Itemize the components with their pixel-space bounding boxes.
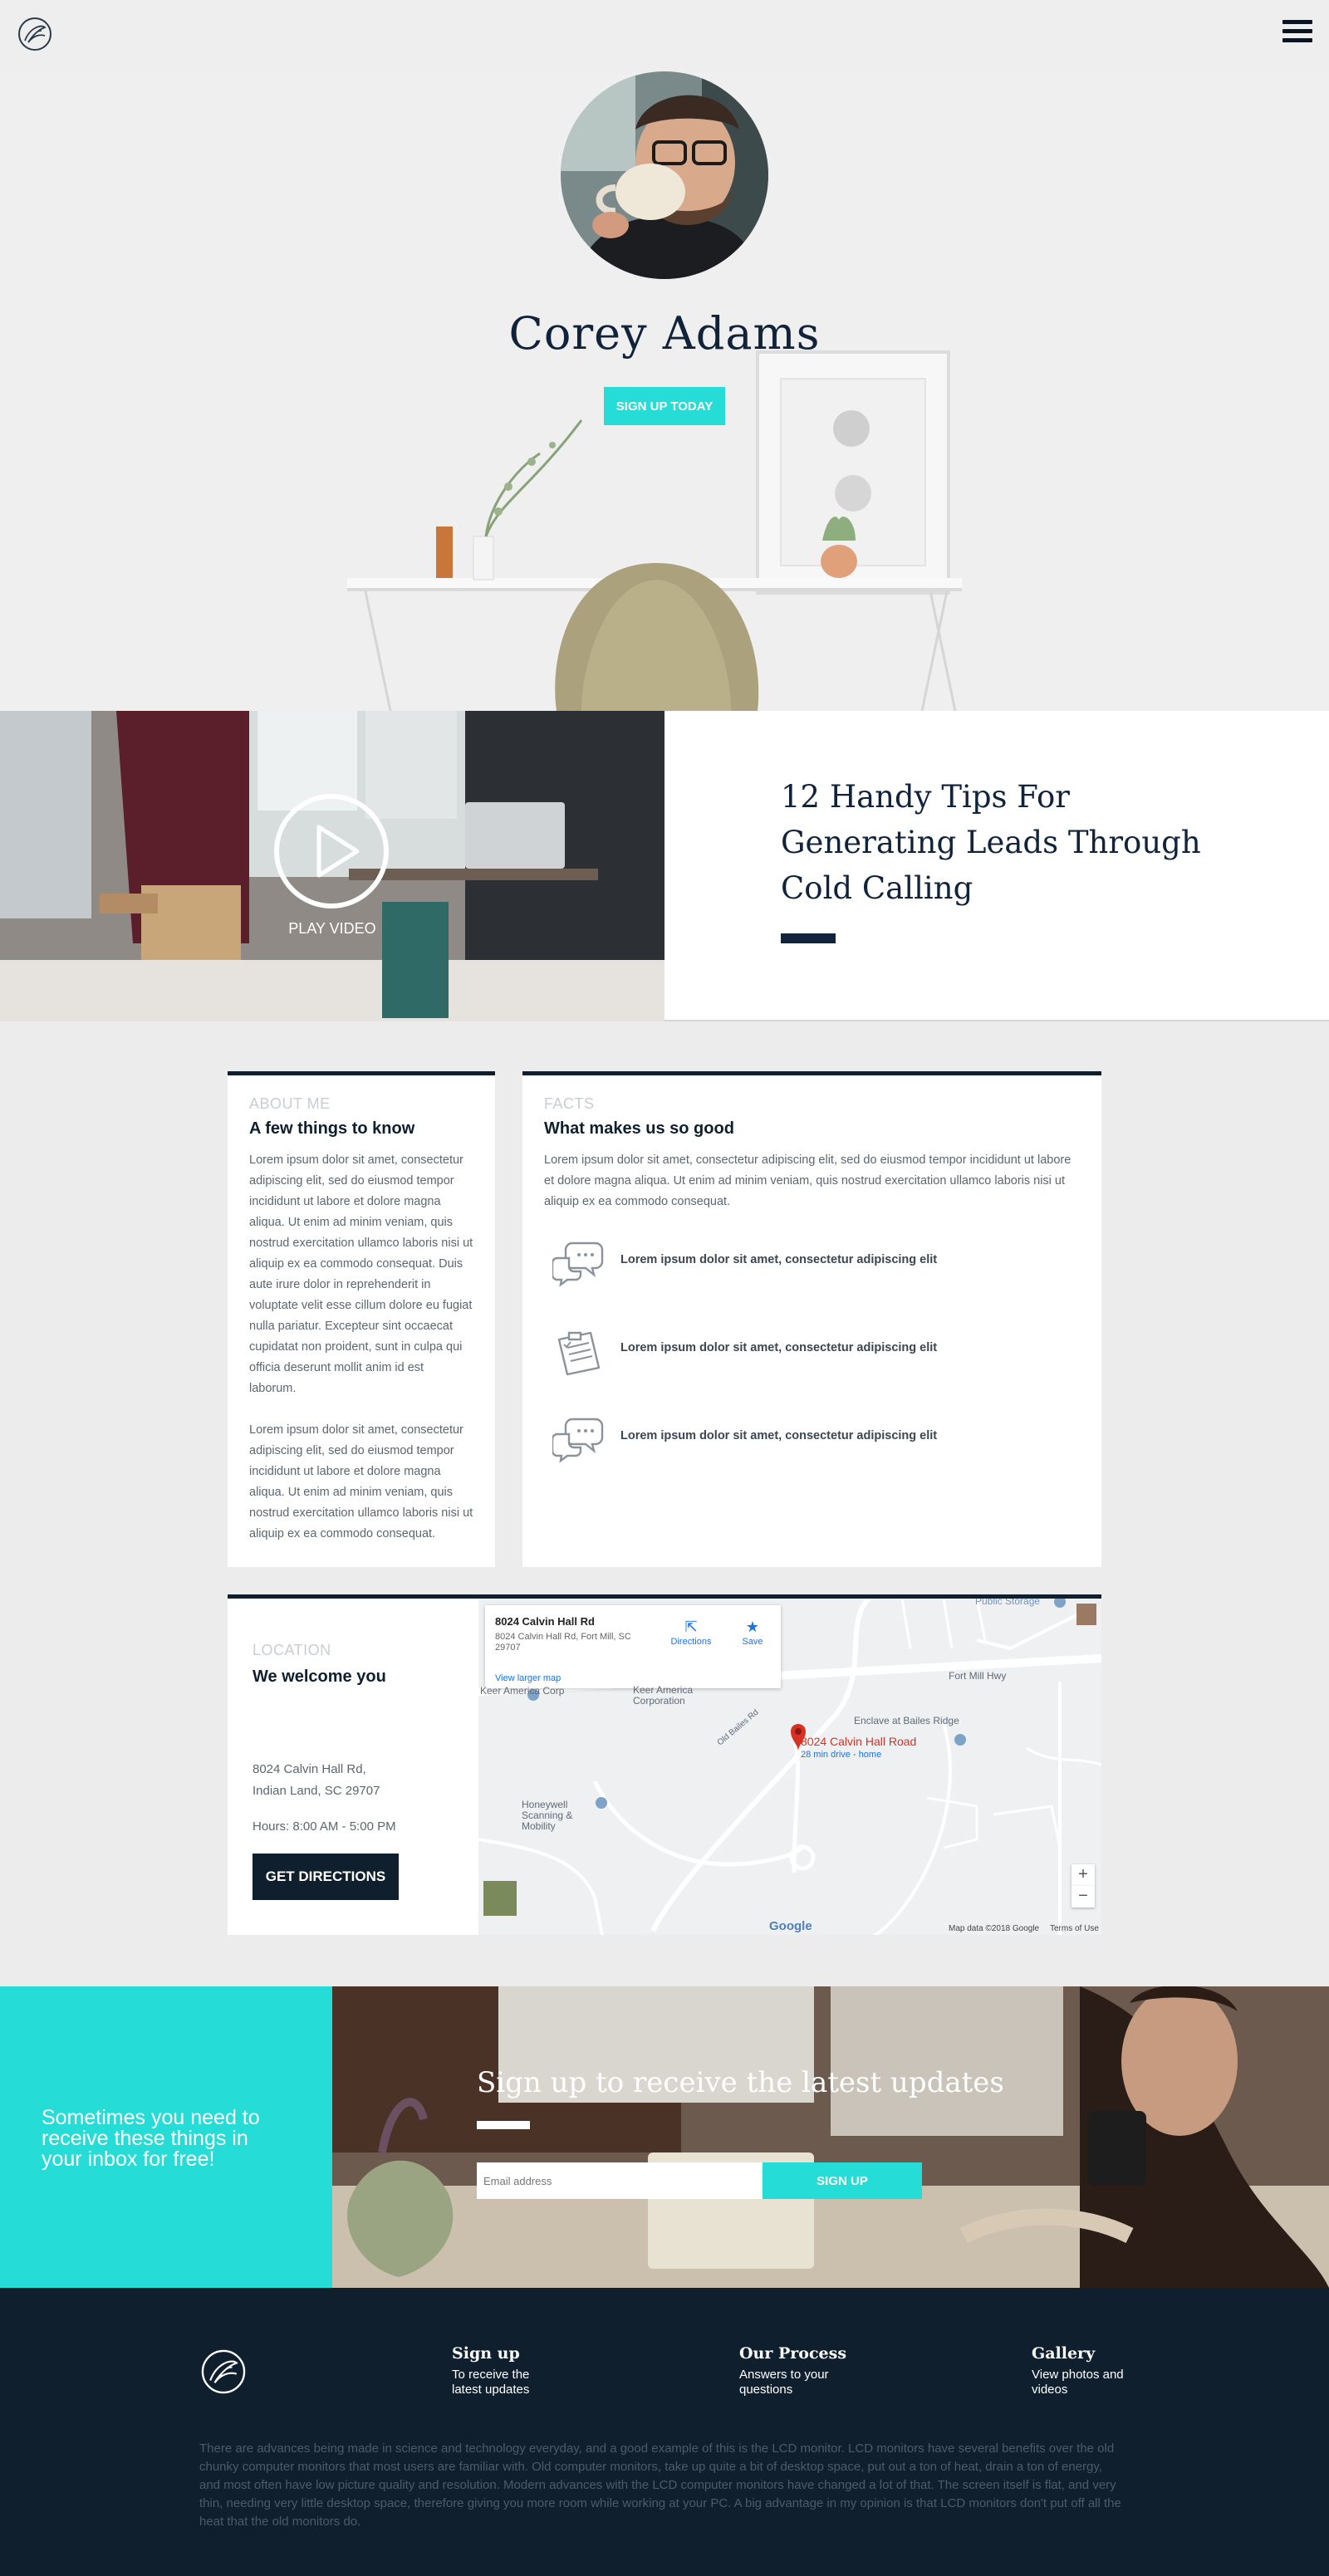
location-eyebrow: LOCATION [253,1642,331,1658]
footer-link-gallery[interactable]: Gallery [1032,2344,1198,2363]
zoom-in-button[interactable]: + [1072,1864,1095,1886]
embedded-map[interactable]: 8024 Calvin Hall Rd 8024 Calvin Hall Rd,… [478,1599,1101,1935]
map-directions-label: Directions [670,1637,712,1647]
zoom-out-button[interactable]: − [1072,1886,1095,1908]
location-heading: We welcome you [253,1668,386,1686]
newsletter-signup: Sign up to receive the latest updates SI… [332,1986,1329,2288]
map-place-label: Keer America Corp [480,1685,565,1697]
footer-column-our-process: Our Process Answers to your questions [739,2344,905,2397]
about-paragraph: Lorem ipsum dolor sit amet, consectetur … [249,1153,473,1395]
play-video-label[interactable]: PLAY VIDEO [249,920,415,938]
newsletter-background-image [332,1986,1329,2288]
fact-text: Lorem ipsum dolor sit amet, consectetur … [620,1341,938,1354]
newsletter-promo-text: Sometimes you need to receive these thin… [42,2106,260,2171]
article-underline [781,933,836,943]
map-place-label: Enclave at Bailes Ridge [854,1715,959,1726]
hamburger-menu-icon[interactable] [1282,20,1312,43]
article-title[interactable]: 12 Handy Tips For Generating Leads Throu… [781,774,1213,911]
video-thumbnail[interactable]: PLAY VIDEO [0,711,664,1021]
site-header [0,0,1329,71]
footer-column-subtitle: View photos and videos [1032,2368,1124,2397]
location-card: LOCATION We welcome you 8024 Calvin Hall… [228,1594,1101,1935]
get-directions-button[interactable]: GET DIRECTIONS [253,1854,399,1900]
map-directions-link[interactable]: ⇱ Directions [668,1619,714,1647]
leaf-circle-logo[interactable] [199,2348,248,2396]
fact-text: Lorem ipsum dolor sit amet, consectetur … [620,1253,938,1266]
facts-heading: What makes us so good [544,1119,734,1138]
map-place-card: 8024 Calvin Hall Rd 8024 Calvin Hall Rd,… [485,1605,781,1688]
map-place-label: Honeywell Scanning & Mobility [522,1799,573,1832]
chat-bubbles-icon [552,1241,604,1287]
map-road-label: Fort Mill Hwy [949,1670,1007,1682]
about-paragraph: Lorem ipsum dolor sit amet, consectetur … [249,1423,473,1540]
footer-column-subtitle: To receive the latest updates [452,2368,530,2397]
map-terms-link[interactable]: Terms of Use [1050,1924,1099,1933]
newsletter-underline [477,2121,530,2129]
fact-item: Lorem ipsum dolor sit amet, consectetur … [552,1325,1067,1378]
sign-up-today-button[interactable]: SIGN UP TODAY [604,387,725,425]
newsletter-title: Sign up to receive the latest updates [477,2066,1004,2099]
sign-up-button[interactable]: SIGN UP [763,2162,922,2199]
fact-item: Lorem ipsum dolor sit amet, consectetur … [552,1413,1067,1466]
map-pin-sublabel: 28 min drive - home [801,1750,882,1760]
featured-article: 12 Handy Tips For Generating Leads Throu… [664,711,1329,1021]
footer-link-our-process[interactable]: Our Process [739,2344,905,2363]
leaf-circle-logo[interactable] [17,16,53,52]
about-heading: A few things to know [249,1119,415,1138]
footer-column-gallery: Gallery View photos and videos [1032,2344,1198,2397]
map-poi-label: Public Storage [975,1599,1041,1607]
map-card-address: 8024 Calvin Hall Rd, Fort Mill, SC 29707 [495,1632,631,1653]
footer-column-sign-up: Sign up To receive the latest updates [452,2344,618,2397]
map-pin-label[interactable]: 8024 Calvin Hall Road [801,1735,916,1748]
hero-name: Corey Adams [508,307,821,360]
site-footer: Sign up To receive the latest updates Ou… [0,2288,1329,2576]
newsletter-promo: Sometimes you need to receive these thin… [0,1986,332,2288]
address-line: Indian Land, SC 29707 [253,1784,380,1798]
chat-bubbles-icon [552,1418,604,1463]
footer-column-subtitle: Answers to your questions [739,2368,829,2397]
directions-icon: ⇱ [684,1619,698,1635]
fact-text: Lorem ipsum dolor sit amet, consectetur … [620,1429,938,1442]
map-save-label: Save [742,1637,763,1647]
map-save-link[interactable]: ★ Save [736,1619,769,1647]
menu-bar [1282,29,1312,33]
footer-link-sign-up[interactable]: Sign up [452,2344,618,2363]
hero-section: Corey Adams SIGN UP TODAY [0,71,1329,711]
fact-item: Lorem ipsum dolor sit amet, consectetur … [552,1237,1067,1290]
email-field[interactable] [477,2162,763,2199]
play-icon [316,825,360,878]
map-place-label: Keer America Corporation [633,1684,694,1707]
view-larger-map-link[interactable]: View larger map [495,1673,561,1683]
clipboard-icon [557,1331,601,1376]
play-video-button[interactable] [274,794,389,908]
map-attribution: Map data ©2018 Google [949,1924,1040,1933]
about-eyebrow: ABOUT ME [249,1095,331,1112]
profile-avatar [561,71,768,279]
facts-eyebrow: FACTS [544,1095,595,1112]
location-hours: Hours: 8:00 AM - 5:00 PM [253,1819,396,1834]
location-info: LOCATION We welcome you [253,1642,460,1698]
google-logo: Google [769,1919,812,1933]
location-address: 8024 Calvin Hall Rd, Indian Land, SC 297… [253,1759,380,1802]
menu-bar [1282,20,1312,24]
footer-paragraph: There are advances being made in science… [199,2441,1121,2529]
about-card: ABOUT ME A few things to know Lorem ipsu… [228,1071,495,1567]
address-line: 8024 Calvin Hall Rd, [253,1762,366,1776]
facts-card: FACTS What makes us so good Lorem ipsum … [522,1071,1101,1567]
map-card-title: 8024 Calvin Hall Rd [495,1615,595,1628]
facts-intro: Lorem ipsum dolor sit amet, consectetur … [544,1153,1072,1208]
menu-bar [1282,38,1312,42]
star-icon: ★ [745,1619,760,1635]
